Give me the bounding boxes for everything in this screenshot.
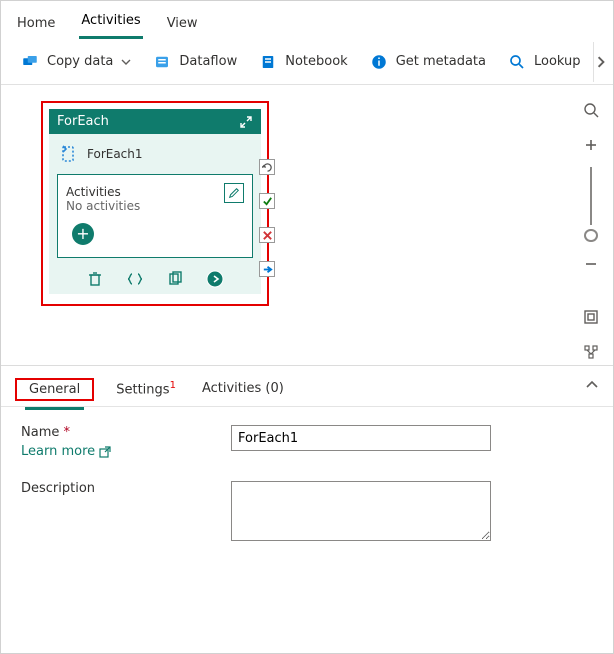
- properties-tab-general[interactable]: General: [25, 378, 84, 410]
- name-label-cell: Name * Learn more: [21, 425, 221, 459]
- settings-tab-label: Settings: [116, 382, 169, 397]
- foreach-node[interactable]: ForEach ForEach1 Activities No activit: [49, 109, 261, 294]
- expand-icon[interactable]: [239, 115, 253, 129]
- edit-activities-button[interactable]: [224, 183, 244, 203]
- layout-button[interactable]: [577, 338, 605, 365]
- collapse-panel-button[interactable]: [585, 378, 599, 396]
- chevron-down-icon: [121, 57, 131, 67]
- properties-body: Name * Learn more Description: [1, 407, 613, 563]
- name-input[interactable]: [231, 425, 491, 451]
- copy-data-icon: [21, 53, 39, 71]
- get-metadata-button[interactable]: Get metadata: [360, 47, 496, 77]
- activities-label-text: Activities: [66, 185, 121, 199]
- notebook-button[interactable]: Notebook: [249, 47, 357, 77]
- description-field-cell: [231, 481, 593, 545]
- on-fail-handle[interactable]: [259, 227, 275, 243]
- canvas-area: ForEach ForEach1 Activities No activit: [1, 85, 613, 365]
- pipeline-canvas[interactable]: ForEach ForEach1 Activities No activit: [1, 85, 569, 365]
- zoom-in-button[interactable]: [577, 132, 605, 159]
- lookup-label: Lookup: [534, 54, 581, 69]
- notebook-icon: [259, 53, 277, 71]
- properties-tab-activities[interactable]: Activities (0): [198, 377, 288, 406]
- clone-icon[interactable]: [166, 270, 184, 288]
- info-icon: [370, 53, 388, 71]
- add-activity-button[interactable]: +: [72, 223, 94, 245]
- no-activities-text: No activities: [66, 199, 244, 213]
- top-tab-view[interactable]: View: [165, 12, 200, 39]
- search-icon: [508, 53, 526, 71]
- toolbar-scroll-right-button[interactable]: [593, 42, 609, 82]
- foreach-node-highlight: ForEach ForEach1 Activities No activit: [41, 101, 269, 306]
- foreach-node-footer: [49, 264, 261, 294]
- zoom-slider-track[interactable]: [590, 167, 592, 225]
- code-icon[interactable]: [126, 270, 144, 288]
- canvas-side-tools: [569, 85, 613, 365]
- notebook-label: Notebook: [285, 54, 347, 69]
- external-link-icon: [99, 446, 111, 458]
- on-completion-handle[interactable]: [259, 261, 275, 277]
- run-icon[interactable]: [206, 270, 224, 288]
- activities-label: Activities: [66, 185, 244, 199]
- top-tab-home[interactable]: Home: [15, 12, 57, 39]
- get-metadata-label: Get metadata: [396, 54, 486, 69]
- foreach-node-name-row: ForEach1: [49, 134, 261, 174]
- top-tabs: Home Activities View: [1, 1, 613, 39]
- dataflow-label: Dataflow: [179, 54, 237, 69]
- zoom-out-button[interactable]: [577, 250, 605, 277]
- foreach-activities-box: Activities No activities +: [57, 174, 253, 258]
- properties-tabs: General Settings1 Activities (0): [1, 366, 613, 407]
- foreach-node-title: ForEach: [57, 114, 109, 129]
- name-label-text: Name: [21, 425, 59, 440]
- properties-panel: General Settings1 Activities (0) Name * …: [1, 365, 613, 563]
- general-tab-highlight: General: [15, 378, 94, 401]
- top-tab-activities[interactable]: Activities: [79, 9, 142, 39]
- description-textarea[interactable]: [231, 481, 491, 541]
- properties-tab-settings[interactable]: Settings1: [112, 376, 180, 407]
- learn-more-text: Learn more: [21, 444, 95, 459]
- foreach-node-instance-name: ForEach1: [87, 147, 143, 161]
- on-skip-handle[interactable]: [259, 159, 275, 175]
- learn-more-link[interactable]: Learn more: [21, 444, 111, 459]
- zoom-slider-handle[interactable]: [584, 229, 598, 243]
- name-field-cell: [231, 425, 593, 451]
- canvas-search-button[interactable]: [577, 97, 605, 124]
- fit-screen-button[interactable]: [577, 303, 605, 330]
- dataflow-button[interactable]: Dataflow: [143, 47, 247, 77]
- required-asterisk: *: [64, 425, 71, 440]
- activities-toolbar: Copy data Dataflow Notebook Get metadata…: [1, 39, 613, 85]
- copy-data-button[interactable]: Copy data: [11, 47, 141, 77]
- delete-icon[interactable]: [86, 270, 104, 288]
- node-output-handles: [259, 159, 275, 277]
- copy-data-label: Copy data: [47, 54, 113, 69]
- settings-tab-badge: 1: [170, 380, 176, 391]
- description-label: Description: [21, 481, 221, 496]
- dataflow-icon: [153, 53, 171, 71]
- foreach-node-header[interactable]: ForEach: [49, 109, 261, 134]
- foreach-icon: [59, 144, 79, 164]
- name-label: Name *: [21, 425, 70, 440]
- on-success-handle[interactable]: [259, 193, 275, 209]
- lookup-button[interactable]: Lookup: [498, 47, 591, 77]
